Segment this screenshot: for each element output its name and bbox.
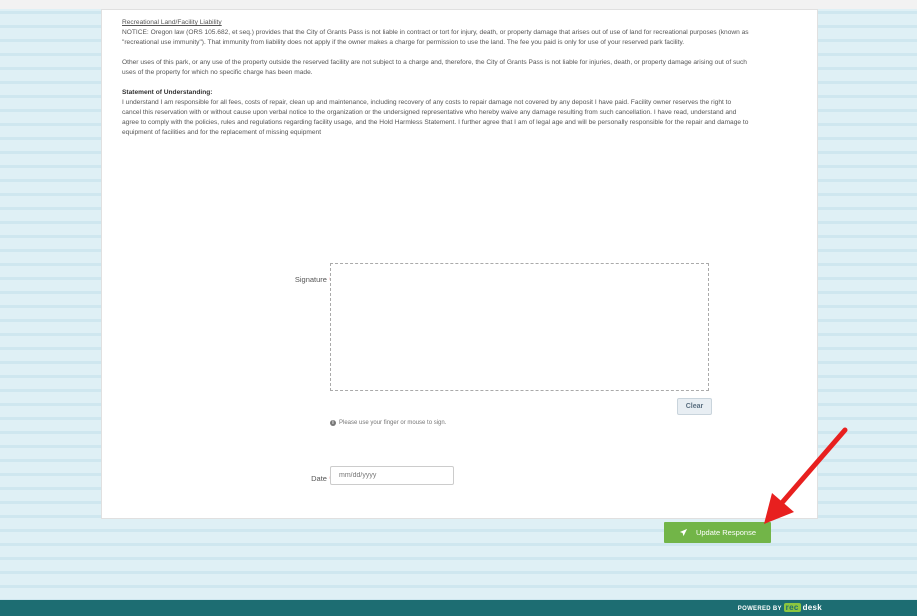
signature-label-text: Signature [294, 275, 327, 284]
legal-text: Recreational Land/Facility Liability NOT… [122, 18, 752, 148]
statement-text: I understand I am responsible for all fe… [122, 99, 749, 136]
date-label: Date * [252, 474, 332, 483]
signature-pad[interactable] [330, 263, 709, 391]
rec-liability-text: NOTICE: Oregon law (ORS 105.682, et seq.… [122, 29, 749, 46]
other-uses-text: Other uses of this park, or any use of t… [122, 59, 747, 76]
rec-liability-heading: Recreational Land/Facility Liability [122, 19, 222, 26]
brand-desk: desk [802, 603, 822, 612]
info-icon: i [330, 420, 336, 426]
red-arrow-icon [764, 427, 848, 524]
powered-by-text: POWERED BY [737, 606, 782, 612]
form-card: Recreational Land/Facility Liability NOT… [101, 9, 818, 519]
footer-bar: POWERED BY rec desk [0, 600, 917, 616]
top-strip [0, 0, 917, 9]
statement-heading: Statement of Understanding: [122, 89, 213, 96]
clear-signature-button[interactable]: Clear [677, 398, 712, 415]
brand-rec: rec [783, 603, 801, 612]
signature-hint-text: Please use your finger or mouse to sign. [339, 420, 447, 426]
paper-plane-icon [679, 528, 688, 537]
date-input[interactable] [330, 466, 454, 485]
update-response-label: Update Response [695, 528, 757, 537]
signature-label: Signature * [252, 275, 332, 284]
powered-by-logo[interactable]: POWERED BY rec desk [738, 603, 822, 612]
date-label-text: Date [311, 474, 327, 483]
signature-hint: i Please use your finger or mouse to sign… [330, 420, 446, 426]
